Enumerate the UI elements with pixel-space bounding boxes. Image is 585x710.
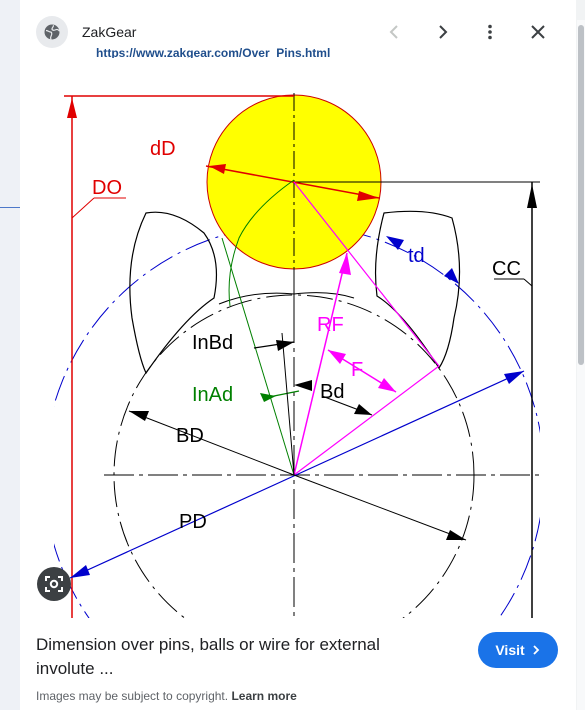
label-inad: InAd xyxy=(192,384,233,406)
bd-small-arrowhead xyxy=(354,404,372,415)
inad-arrowhead xyxy=(260,393,276,402)
label-td: td xyxy=(408,245,425,267)
lens-search-button[interactable] xyxy=(37,567,71,601)
copyright-notice: Images may be subject to copyright. Lear… xyxy=(36,689,297,703)
do-label-leader-diag xyxy=(71,197,95,219)
label-bd: BD xyxy=(176,425,204,447)
back-button[interactable] xyxy=(381,18,409,46)
label-f: F xyxy=(351,359,363,381)
background-page-strip xyxy=(0,0,20,710)
pd-black-line xyxy=(293,474,467,541)
label-bd-small: Bd xyxy=(320,381,344,403)
cc-arrowhead xyxy=(527,184,537,208)
copyright-text: Images may be subject to copyright. xyxy=(36,689,229,703)
green-line xyxy=(221,237,295,476)
preview-header: ZakGear https://www.zakgear.com/Over_Pin… xyxy=(20,0,576,62)
pd-blue-arrowhead-start xyxy=(70,565,90,578)
close-icon xyxy=(531,25,545,39)
learn-more-link[interactable]: Learn more xyxy=(231,689,296,703)
bd-small-arrowhead-b xyxy=(294,380,312,391)
gear-diagram-image[interactable]: dD DO td CC RF InBd F InAd Bd BD PD xyxy=(54,58,540,618)
forward-button[interactable] xyxy=(428,18,456,46)
bd-radius-line xyxy=(128,410,295,476)
f-arrowhead-b xyxy=(378,378,396,392)
visit-label: Visit xyxy=(495,642,525,658)
do-arrowhead xyxy=(67,98,77,118)
more-options-button[interactable] xyxy=(476,18,504,46)
image-preview-panel: ZakGear https://www.zakgear.com/Over_Pin… xyxy=(20,0,576,710)
pd-blue-arrowhead xyxy=(504,371,524,384)
chevron-right-icon xyxy=(533,645,539,655)
lens-icon xyxy=(45,576,63,592)
label-pd: PD xyxy=(179,511,207,533)
pd-blue-line xyxy=(69,370,525,579)
globe-icon xyxy=(36,16,68,48)
pitch-circle xyxy=(54,224,540,618)
chevron-left-icon xyxy=(389,25,398,39)
background-divider xyxy=(0,207,20,208)
more-vert-icon xyxy=(488,24,492,40)
td-arrowhead-b xyxy=(444,268,459,284)
cc-label-leader-diag xyxy=(523,278,533,287)
label-rf: RF xyxy=(317,314,344,336)
rf-arrowhead xyxy=(339,253,351,275)
image-caption[interactable]: Dimension over pins, balls or wire for e… xyxy=(36,633,436,681)
close-button[interactable] xyxy=(524,18,552,46)
site-name[interactable]: ZakGear xyxy=(82,24,136,40)
label-dd: dD xyxy=(150,138,176,160)
label-do: DO xyxy=(92,177,122,199)
scrollbar-thumb[interactable] xyxy=(578,25,584,365)
label-inbd: InBd xyxy=(192,332,233,354)
scrollbar[interactable] xyxy=(577,20,585,710)
bd-arrowhead xyxy=(129,411,149,421)
label-cc: CC xyxy=(492,258,521,280)
f-arrowhead-a xyxy=(328,350,346,364)
pd-black-arrowhead xyxy=(446,530,466,540)
td-arrowhead xyxy=(386,236,404,250)
chevron-right-icon xyxy=(439,25,448,39)
inbd-arrowhead xyxy=(276,340,294,351)
visit-button[interactable]: Visit xyxy=(478,632,558,668)
